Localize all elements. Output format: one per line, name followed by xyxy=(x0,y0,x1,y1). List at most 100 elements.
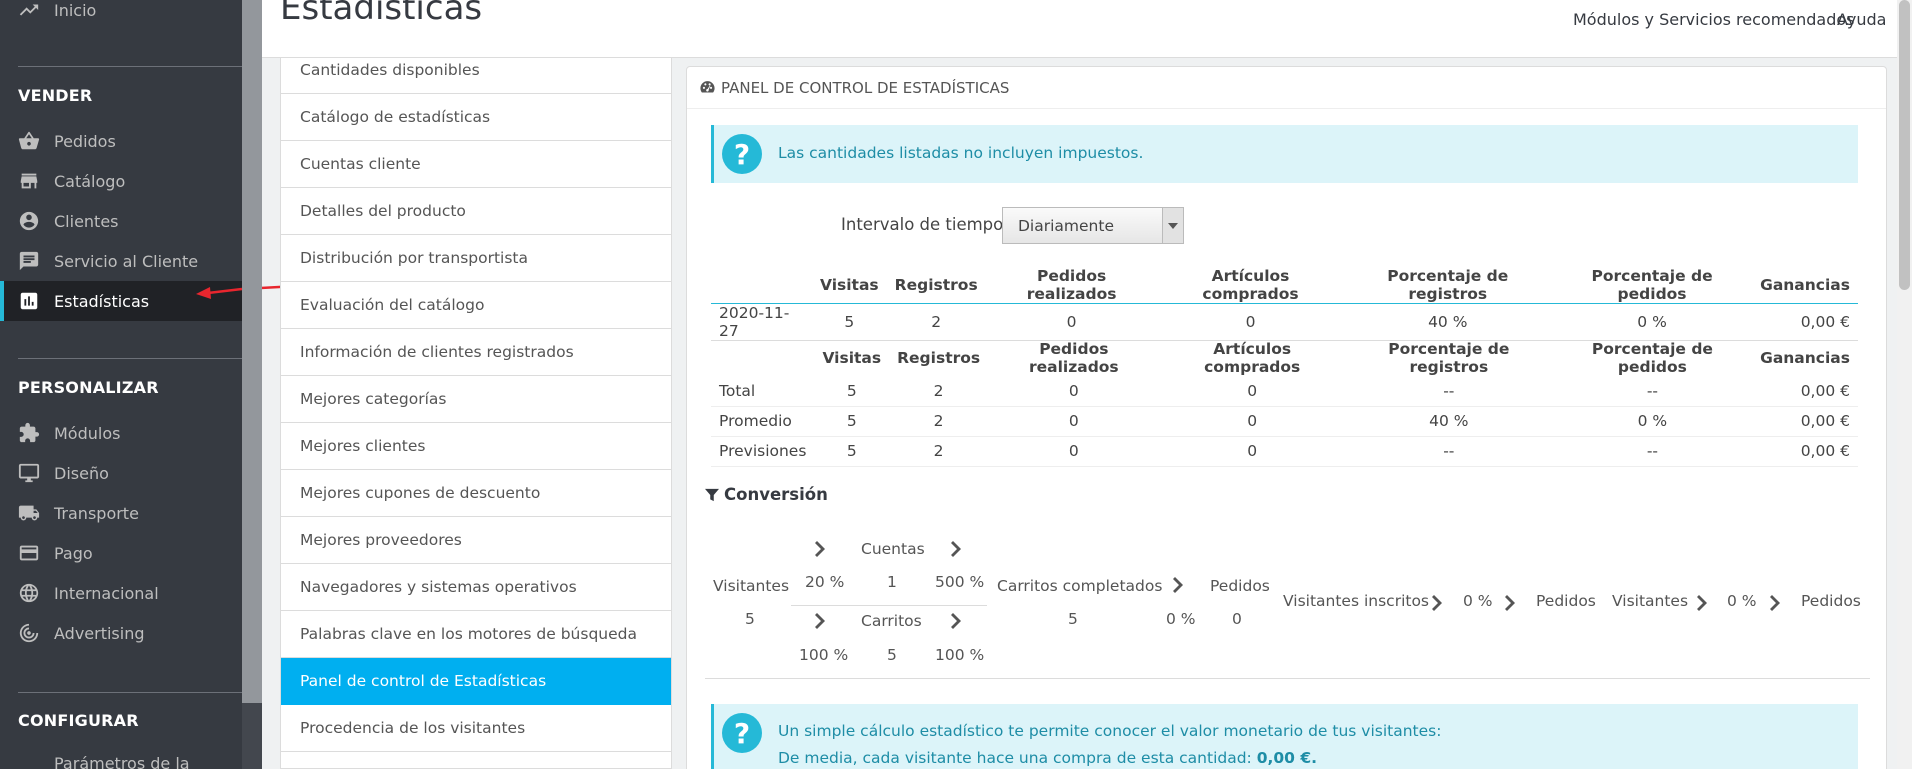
list-item[interactable]: Procedencia de los visitantes xyxy=(281,705,671,752)
table-cell: 0,00 € xyxy=(1800,313,1850,331)
list-item[interactable]: Cantidades disponibles xyxy=(281,58,671,94)
interval-label: Intervalo de tiempo xyxy=(841,215,1004,234)
nav-item-label: Diseño xyxy=(54,463,109,483)
table-cell: 0,00 € xyxy=(1800,442,1850,460)
sidebar-scrollbar[interactable] xyxy=(242,0,262,769)
conv-rate-pedidos: 0 % xyxy=(1166,610,1196,628)
conv-visitantes-label: Visitantes xyxy=(713,577,790,595)
conv-completed-label: Carritos completados xyxy=(997,577,1163,595)
section-title-vender: VENDER xyxy=(18,86,93,105)
nav-item-internacional[interactable]: Internacional xyxy=(0,573,242,613)
sidebar-divider xyxy=(18,358,242,359)
col-header: Porcentaje de registros xyxy=(1387,267,1509,303)
nav-item-diseno[interactable]: Diseño xyxy=(0,453,242,493)
list-item[interactable]: Mejores categorías xyxy=(281,376,671,423)
list-item[interactable]: Información de clientes registrados xyxy=(281,329,671,376)
list-item[interactable]: Catálogo de estadísticas xyxy=(281,94,671,141)
dashboard-gauge-icon xyxy=(700,81,715,93)
nav-item-label: Catálogo xyxy=(54,171,126,191)
list-item[interactable]: Mejores cupones de descuento xyxy=(281,470,671,517)
nav-item-label: Internacional xyxy=(54,583,159,603)
sidebar-divider xyxy=(18,66,242,67)
conv-visitantes-value: 5 xyxy=(745,610,755,628)
conversion-bottom-divider xyxy=(705,678,1870,679)
nav-item-modulos[interactable]: Módulos xyxy=(0,413,242,453)
chevron-right-icon xyxy=(814,541,828,557)
conv-carritos-value: 5 xyxy=(887,646,897,664)
nav-item-label: Módulos xyxy=(54,423,121,443)
table-cell: 0 xyxy=(1066,313,1077,331)
conv-inscritos-label: Visitantes inscritos xyxy=(1283,592,1430,610)
interval-select[interactable]: Diariamente xyxy=(1002,207,1184,244)
nav-item-pago[interactable]: Pago xyxy=(0,533,242,573)
list-item[interactable]: Distribución por transportista xyxy=(281,235,671,282)
table-cell: 0,00 € xyxy=(1800,412,1850,430)
shopping-basket-icon xyxy=(18,130,40,152)
table-row: Promedio 5 2 0 0 40 % 0 % 0,00 € xyxy=(711,406,1858,436)
table-cell: 5 xyxy=(846,442,857,460)
nav-item-catalogo[interactable]: Catálogo xyxy=(0,161,242,201)
col-header-empty xyxy=(711,267,812,304)
list-item[interactable]: Navegadores y sistemas operativos xyxy=(281,564,671,611)
table-cell: 2 xyxy=(933,442,944,460)
stats-dashboard-panel: PANEL DE CONTROL DE ESTADÍSTICAS ? Las c… xyxy=(686,66,1887,769)
list-item[interactable]: Evaluación del catálogo xyxy=(281,282,671,329)
nav-item-clientes[interactable]: Clientes xyxy=(0,201,242,241)
section-title-personalizar: PERSONALIZAR xyxy=(18,378,159,397)
globe-icon xyxy=(18,582,40,604)
table-cell: 0 % xyxy=(1637,313,1667,331)
conversion-title: Conversión xyxy=(705,485,828,504)
table-cell: 0 xyxy=(1068,442,1079,460)
conv-rate-carritos: 100 % xyxy=(799,646,849,664)
nav-item-label: Pedidos xyxy=(54,131,116,151)
chevron-right-icon xyxy=(1172,577,1186,593)
stats-module-list: Cantidades disponibles Catálogo de estad… xyxy=(280,58,672,769)
nav-item-pedidos[interactable]: Pedidos xyxy=(0,121,242,161)
nav-item-servicio-cliente[interactable]: Servicio al Cliente xyxy=(0,241,242,281)
table-cell: Previsiones xyxy=(719,442,807,460)
table-cell: -- xyxy=(1443,442,1455,460)
nav-item-label: Clientes xyxy=(54,211,119,231)
table-cell: 2020-11-27 xyxy=(719,304,790,340)
col-header: Ganancias xyxy=(1760,276,1850,294)
nav-item-label: Parámetros de la xyxy=(54,753,190,769)
list-item[interactable]: Mejores clientes xyxy=(281,423,671,470)
col-header: Artículos comprados xyxy=(1204,340,1301,376)
question-circle-icon: ? xyxy=(722,134,762,174)
puzzle-icon xyxy=(18,422,40,444)
list-item[interactable]: Mejores proveedores xyxy=(281,517,671,564)
sidebar-scrollbar-thumb[interactable] xyxy=(242,0,262,703)
chevron-down-icon xyxy=(1162,208,1183,243)
nav-item-advertising[interactable]: Advertising xyxy=(0,613,242,653)
list-item[interactable]: Detalles del producto xyxy=(281,188,671,235)
store-icon xyxy=(18,170,40,192)
chat-icon xyxy=(18,250,40,272)
list-item[interactable]: Cuentas cliente xyxy=(281,141,671,188)
nav-item-inicio[interactable]: Inicio xyxy=(0,0,242,30)
list-item-active[interactable]: Panel de control de Estadísticas xyxy=(281,658,671,705)
red-arrow-icon xyxy=(196,287,242,299)
list-item[interactable]: Palabras clave en los motores de búsqued… xyxy=(281,611,671,658)
nav-item-label: Inicio xyxy=(54,0,97,20)
account-circle-icon xyxy=(18,210,40,232)
table-cell: 0 xyxy=(1068,381,1079,400)
help-link[interactable]: Ayuda xyxy=(1837,10,1886,29)
conv-rate-cuentas-out: 500 % xyxy=(935,573,985,591)
table-cell: 0,00 € xyxy=(1800,381,1850,400)
chevron-right-icon xyxy=(814,613,828,629)
page-scrollbar[interactable] xyxy=(1897,0,1912,769)
page-title: Estadísticas xyxy=(280,0,483,28)
recommended-modules-link[interactable]: Módulos y Servicios recomendados xyxy=(1573,10,1855,29)
chevron-right-icon xyxy=(1504,595,1518,611)
bar-chart-icon xyxy=(18,290,40,312)
desktop-icon xyxy=(18,462,40,484)
table-row: 2020-11-27 5 2 0 0 40 % 0 % 0,00 € xyxy=(711,304,1858,341)
nav-item-parametros[interactable]: Parámetros de la xyxy=(0,743,242,769)
table-cell: 2 xyxy=(933,412,944,430)
calc-info-value: 0,00 €. xyxy=(1256,749,1318,767)
target-icon xyxy=(18,622,40,644)
nav-item-transporte[interactable]: Transporte xyxy=(0,493,242,533)
page-scrollbar-thumb[interactable] xyxy=(1899,0,1910,290)
table-cell: 0 xyxy=(1247,412,1258,430)
table-cell: 2 xyxy=(931,313,942,331)
